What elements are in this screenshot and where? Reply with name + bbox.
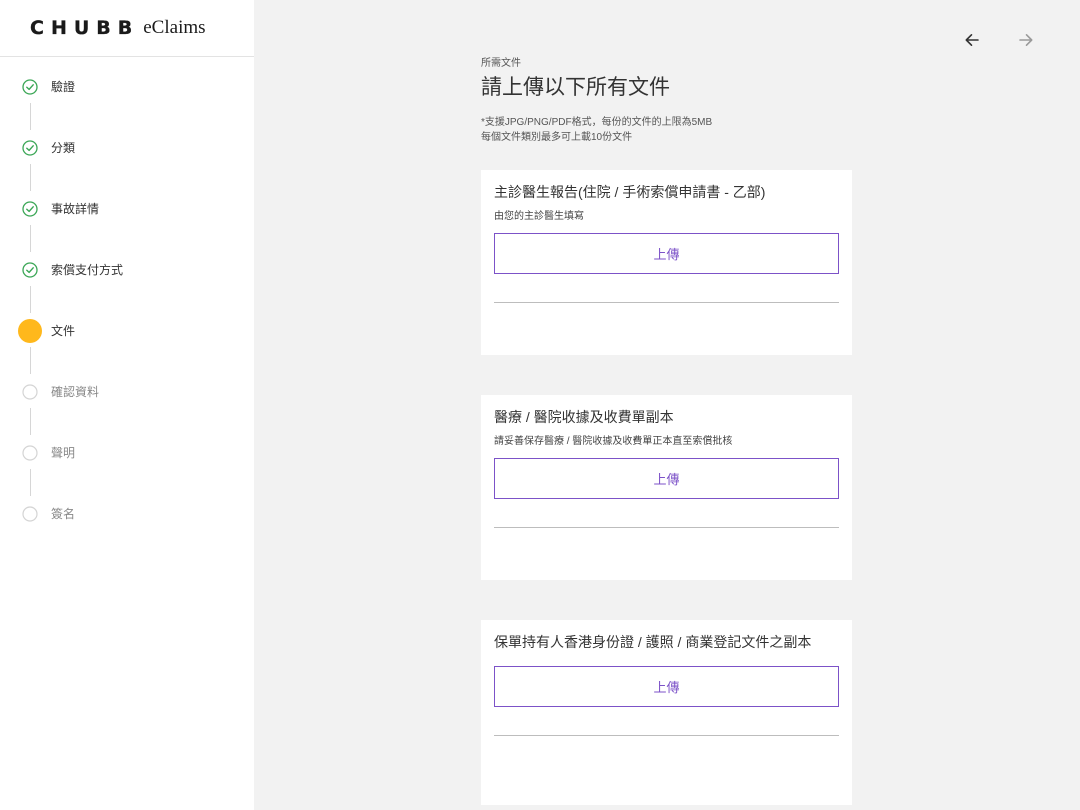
current-step-dot-icon [18,319,42,343]
card-title: 保單持有人香港身份證 / 護照 / 商業登記文件之副本 [494,634,812,650]
step-payment-method[interactable]: 索償支付方式 [0,255,254,285]
upload-note-line: *支援JPG/PNG/PDF格式，每份的文件的上限為5MB [481,117,713,128]
step-label: 分類 [51,141,76,155]
card-divider [494,527,839,528]
card-description: 由您的主診醫生填寫 [494,211,584,222]
step-category[interactable]: 分類 [0,133,254,163]
card-divider [494,302,839,303]
arrow-right-icon [1016,34,1036,54]
upload-note: *支援JPG/PNG/PDF格式，每份的文件的上限為5MB 每個文件類別最多可上… [481,115,852,145]
document-card-doctor-report: 主診醫生報告(住院 / 手術索償申請書 - 乙部) 由您的主診醫生填寫 上傳 [481,170,852,355]
step-connector [30,347,31,374]
documents-section: 所需文件 請上傳以下所有文件 *支援JPG/PNG/PDF格式，每份的文件的上限… [481,57,852,805]
check-circle-icon [22,79,38,95]
check-circle-icon [22,140,38,156]
empty-circle-icon [22,445,38,461]
step-connector [30,103,31,130]
step-connector [30,225,31,252]
page-title: 請上傳以下所有文件 [481,76,670,99]
step-connector [30,286,31,313]
back-button[interactable] [962,30,982,50]
main-content: 所需文件 請上傳以下所有文件 *支援JPG/PNG/PDF格式，每份的文件的上限… [254,0,1080,810]
step-confirm-info: 確認資料 [0,377,254,407]
step-incident-details[interactable]: 事故詳情 [0,194,254,224]
upload-button[interactable]: 上傳 [494,233,839,274]
step-label: 文件 [51,324,76,338]
card-title: 主診醫生報告(住院 / 手術索償申請書 - 乙部) [494,184,766,200]
step-documents[interactable]: 文件 [0,316,254,346]
upload-button[interactable]: 上傳 [494,666,839,707]
forward-button[interactable] [1016,30,1036,50]
step-connector [30,164,31,191]
step-connector [30,408,31,435]
card-description: 請妥善保存醫療 / 醫院收據及收費單正本直至索償批核 [494,436,733,447]
check-circle-icon [22,262,38,278]
product-name: eClaims [143,17,206,38]
step-label: 事故詳情 [51,202,100,216]
step-label: 驗證 [51,80,76,94]
document-card-medical-receipts: 醫療 / 醫院收據及收費單副本 請妥善保存醫療 / 醫院收據及收費單正本直至索償… [481,395,852,580]
check-circle-icon [22,201,38,217]
step-signature: 簽名 [0,499,254,529]
card-divider [494,735,839,736]
empty-circle-icon [22,384,38,400]
step-verification[interactable]: 驗證 [0,72,254,102]
step-declaration: 聲明 [0,438,254,468]
document-card-identity-docs: 保單持有人香港身份證 / 護照 / 商業登記文件之副本 上傳 [481,620,852,805]
empty-circle-icon [22,506,38,522]
step-label: 確認資料 [51,385,100,399]
step-label: 索償支付方式 [51,263,124,277]
step-label: 簽名 [51,507,76,521]
step-connector [30,469,31,496]
upload-button[interactable]: 上傳 [494,458,839,499]
card-title: 醫療 / 醫院收據及收費單副本 [494,409,674,425]
brand-header: CHUBB eClaims [0,0,254,57]
step-label: 聲明 [51,446,76,460]
chubb-logo: CHUBB [30,17,140,39]
section-eyebrow: 所需文件 [481,58,521,69]
arrow-left-icon [962,34,982,54]
upload-note-line: 每個文件類別最多可上載10份文件 [481,132,633,143]
sidebar: CHUBB eClaims 驗證 分類 事故詳情 索償支付方式 文件 確認資料 … [0,0,254,810]
